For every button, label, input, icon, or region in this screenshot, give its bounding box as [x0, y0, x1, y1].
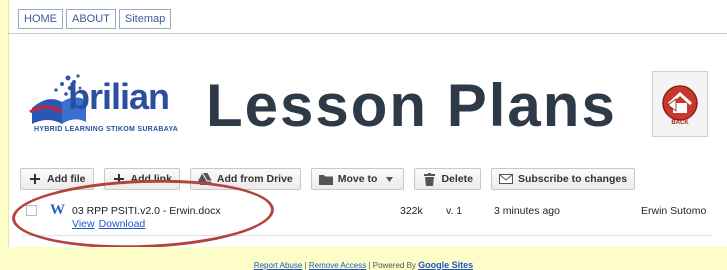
file-version: v. 1 — [446, 205, 463, 217]
move-to-label: Move to — [337, 173, 378, 185]
file-owner: Erwin Sutomo — [641, 205, 707, 217]
mail-icon — [498, 173, 513, 185]
move-to-button[interactable]: Move to — [310, 168, 405, 190]
back-button[interactable]: BACK — [652, 71, 708, 137]
nav-tab-sitemap[interactable]: Sitemap — [118, 9, 172, 29]
subscribe-label: Subscribe to changes — [517, 173, 628, 185]
google-sites-link[interactable]: Google Sites — [418, 260, 473, 270]
remove-access-link[interactable]: Remove Access — [309, 261, 366, 270]
footer-separator: | — [368, 261, 371, 270]
file-size: 322k — [400, 205, 423, 217]
home-back-icon — [662, 84, 698, 121]
logo-tagline: HYBRID LEARNING STIKOM SURABAYA — [34, 126, 179, 133]
report-abuse-link[interactable]: Report Abuse — [254, 261, 302, 270]
back-label: BACK — [671, 119, 689, 126]
nav-divider — [8, 33, 727, 34]
add-from-drive-label: Add from Drive — [216, 173, 293, 185]
logo-brand-text: brilian — [68, 76, 170, 117]
trash-icon — [422, 172, 436, 186]
nav-tab-about[interactable]: ABOUT — [66, 9, 116, 29]
site-nav: HOME ABOUT Sitemap — [18, 9, 172, 29]
plus-icon — [28, 173, 42, 185]
site-logo: brilian HYBRID LEARNING STIKOM SURABAYA — [28, 68, 218, 140]
nav-tab-home[interactable]: HOME — [18, 9, 63, 29]
chevron-down-icon — [382, 173, 396, 185]
footer-separator: | — [304, 261, 307, 270]
page-title: Lesson Plans — [206, 72, 617, 139]
delete-button[interactable]: Delete — [414, 168, 481, 190]
delete-label: Delete — [441, 173, 473, 185]
powered-by-text: Powered By — [372, 261, 416, 270]
file-modified: 3 minutes ago — [494, 205, 560, 217]
folder-icon — [318, 173, 333, 185]
subscribe-button[interactable]: Subscribe to changes — [490, 168, 636, 190]
site-footer: Report Abuse | Remove Access | Powered B… — [0, 260, 727, 270]
add-file-label: Add file — [47, 173, 86, 185]
